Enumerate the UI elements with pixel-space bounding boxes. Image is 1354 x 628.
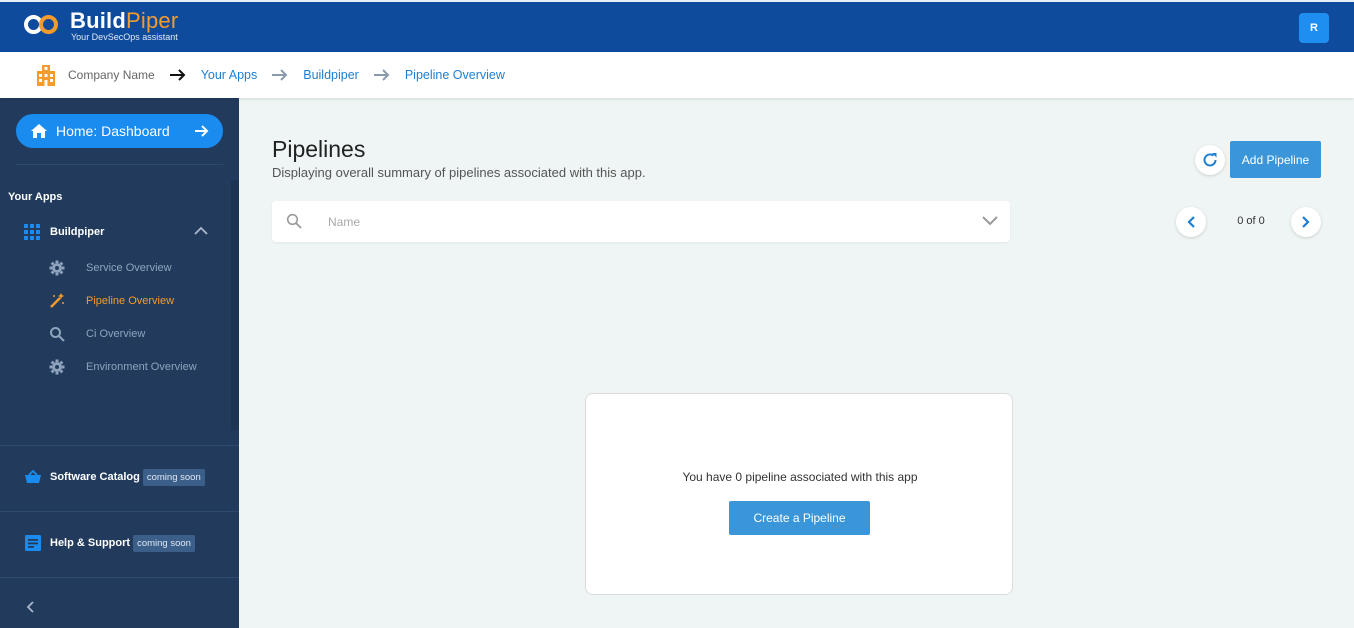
breadcrumb: Company Name Your Apps Buildpiper Pipeli…	[0, 52, 1354, 98]
sidebar-item-pipeline-overview[interactable]: Pipeline Overview	[48, 291, 174, 311]
sidebar-app-label: Buildpiper	[50, 226, 105, 238]
prev-page-button[interactable]	[1176, 207, 1206, 237]
breadcrumb-buildpiper[interactable]: Buildpiper	[303, 68, 359, 82]
chevron-left-icon[interactable]	[24, 600, 36, 614]
divider	[16, 164, 223, 165]
grid-icon	[24, 224, 40, 240]
chevron-up-icon[interactable]	[194, 226, 208, 236]
sidebar-item-label: Help & Support	[50, 537, 131, 549]
gear-icon	[48, 259, 66, 277]
sidebar-item-software-catalog[interactable]: Software Catalog coming soon	[24, 468, 205, 486]
divider	[0, 511, 239, 512]
search-bar	[272, 201, 1010, 242]
magic-wand-icon	[48, 292, 66, 310]
divider	[0, 577, 239, 578]
sidebar-item-help-support[interactable]: Help & Support coming soon	[24, 534, 195, 552]
next-page-button[interactable]	[1291, 207, 1321, 237]
sidebar-app-buildpiper[interactable]: Buildpiper	[24, 222, 214, 242]
section-label-your-apps: Your Apps	[8, 191, 63, 203]
sidebar-item-label: Service Overview	[86, 262, 172, 274]
user-avatar[interactable]: R	[1299, 13, 1329, 43]
page-subtitle: Displaying overall summary of pipelines …	[272, 165, 646, 180]
search-input[interactable]	[328, 211, 928, 232]
coming-soon-badge: coming soon	[133, 534, 195, 552]
search-icon	[286, 213, 302, 229]
home-dashboard-button[interactable]: Home: Dashboard	[16, 114, 223, 148]
logo-icon	[24, 12, 64, 36]
building-icon	[37, 65, 55, 86]
breadcrumb-your-apps[interactable]: Your Apps	[201, 68, 258, 82]
divider	[0, 445, 239, 446]
sidebar-item-label: Ci Overview	[86, 328, 146, 340]
sidebar-scrollbar[interactable]	[231, 180, 239, 430]
add-pipeline-button[interactable]: Add Pipeline	[1230, 141, 1321, 178]
home-button-label: Home: Dashboard	[56, 123, 170, 139]
sidebar-item-label: Software Catalog	[50, 471, 140, 483]
sidebar: Home: Dashboard Your Apps Buildpiper Ser…	[0, 98, 239, 628]
coming-soon-badge: coming soon	[142, 468, 205, 486]
chevron-right-icon	[1302, 216, 1310, 228]
sidebar-item-label: Pipeline Overview	[86, 295, 175, 307]
sidebar-item-ci-overview[interactable]: Ci Overview	[48, 324, 145, 344]
empty-state-message: You have 0 pipeline associated with this…	[682, 470, 918, 484]
create-pipeline-button[interactable]: Create a Pipeline	[729, 501, 870, 535]
pagination-count: 0 of 0	[1237, 215, 1265, 227]
page-title: Pipelines	[272, 136, 366, 162]
refresh-icon	[1203, 153, 1217, 167]
sidebar-item-service-overview[interactable]: Service Overview	[48, 258, 172, 278]
breadcrumb-company: Company Name	[68, 68, 155, 82]
document-icon	[24, 534, 42, 552]
home-icon	[31, 124, 47, 138]
basket-icon	[24, 468, 42, 486]
gear-icon	[48, 358, 66, 376]
arrow-right-icon	[195, 125, 209, 137]
buildpiper-logo[interactable]: BuildPiper Your DevSecOps assistant	[24, 10, 178, 42]
top-bar: BuildPiper Your DevSecOps assistant R	[0, 0, 1354, 52]
arrow-right-icon	[169, 68, 187, 82]
sidebar-item-label: Environment Overview	[86, 361, 197, 373]
breadcrumb-pipeline-overview[interactable]: Pipeline Overview	[405, 68, 505, 82]
logo-title: BuildPiper	[70, 8, 179, 33]
logo-tagline: Your DevSecOps assistant	[71, 32, 178, 42]
sidebar-item-environment-overview[interactable]: Environment Overview	[48, 357, 197, 377]
empty-state-card: You have 0 pipeline associated with this…	[585, 393, 1013, 595]
chevron-left-icon	[1187, 216, 1195, 228]
arrow-right-icon	[373, 68, 391, 82]
search-icon	[48, 325, 66, 343]
arrow-right-icon	[271, 68, 289, 82]
refresh-button[interactable]	[1195, 145, 1225, 175]
chevron-down-icon[interactable]	[982, 214, 998, 226]
